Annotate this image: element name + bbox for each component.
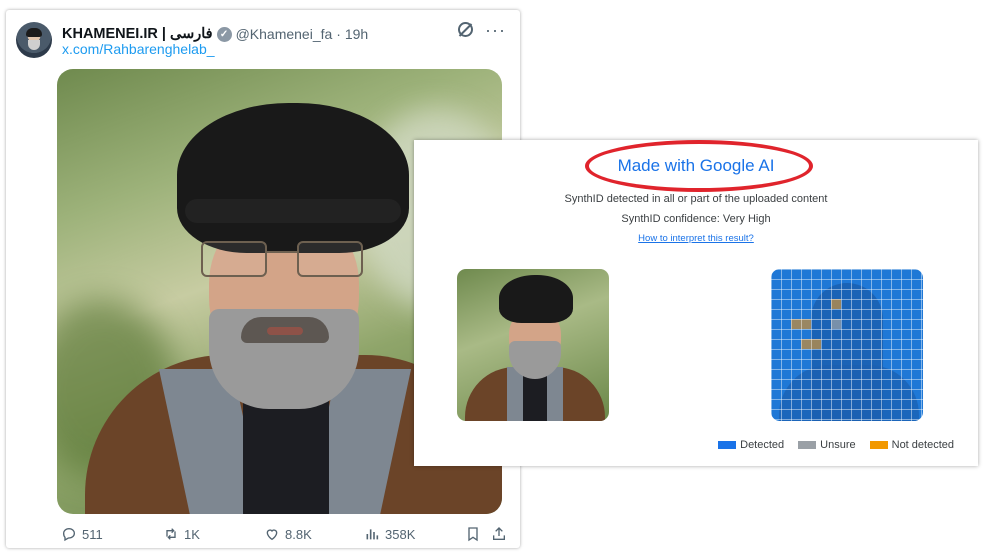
legend-swatch-unsure: [798, 441, 817, 449]
avatar-turban: [26, 28, 42, 37]
glasses-bridge: [265, 251, 299, 253]
retweet-count: 1K: [184, 526, 200, 542]
thumb-turban: [499, 275, 573, 323]
verified-badge-icon: ✓: [216, 26, 232, 42]
more-icon[interactable]: ···: [485, 21, 506, 39]
like-button[interactable]: 8.8K: [264, 526, 312, 542]
legend-swatch-detected: [718, 441, 737, 449]
views-count: 358K: [385, 526, 416, 542]
views-chart-icon: [366, 529, 379, 540]
bookmark-icon: [468, 527, 478, 542]
reply-icon: [62, 527, 76, 542]
avatar[interactable]: [16, 22, 52, 58]
synthid-confidence-text: SynthID confidence: Very High: [621, 213, 771, 225]
reply-button[interactable]: 511: [61, 526, 103, 542]
glasses-lens-right: [297, 241, 363, 277]
retweet-icon: [166, 528, 176, 540]
display-name[interactable]: KHAMENEI.IR | فارسی: [62, 26, 213, 42]
photo-turban: [177, 103, 409, 253]
tweet-top-icons: ···: [458, 21, 506, 39]
grok-icon[interactable]: [458, 22, 474, 37]
glasses-lens-left: [201, 241, 267, 277]
legend-swatch-not-detected: [869, 441, 888, 449]
heatmap-legend: Detected Unsure Not detected: [718, 439, 954, 451]
photo-turban-band: [185, 199, 401, 223]
views-button[interactable]: 358K: [364, 526, 415, 542]
share-icon: [493, 527, 505, 540]
photo-mouth: [267, 327, 303, 335]
like-count: 8.8K: [285, 526, 312, 542]
synthid-heatmap: [771, 269, 923, 421]
synthid-panel: Made with Google AI SynthID detected in …: [414, 140, 978, 466]
photo-glasses: [201, 241, 371, 281]
share-button[interactable]: [491, 526, 507, 542]
synthid-detected-text: SynthID detected in all or part of the u…: [564, 193, 828, 205]
interpret-result-link[interactable]: How to interpret this result?: [414, 233, 978, 244]
legend-not-detected: Not detected: [869, 439, 954, 451]
legend-label-unsure: Unsure: [820, 439, 856, 451]
highlight-ring: [585, 140, 813, 192]
handle[interactable]: @Khamenei_fa: [236, 26, 333, 42]
bookmark-button[interactable]: [465, 526, 481, 542]
tweet-actions: 511 1K 8.8K 358K: [57, 526, 509, 546]
legend-unsure: Unsure: [798, 439, 856, 451]
avatar-beard: [28, 40, 40, 50]
heatmap-grid: [771, 269, 923, 421]
reply-count: 511: [82, 526, 103, 542]
legend-label-not-detected: Not detected: [891, 439, 954, 451]
profile-link[interactable]: x.com/Rahbarenghelab_: [62, 41, 215, 57]
timestamp[interactable]: · 19h: [336, 26, 368, 42]
legend-label-detected: Detected: [740, 439, 785, 451]
legend-detected: Detected: [718, 439, 784, 451]
retweet-button[interactable]: 1K: [163, 526, 200, 542]
heart-icon: [266, 529, 278, 541]
uploaded-image-thumbnail: [457, 269, 609, 421]
